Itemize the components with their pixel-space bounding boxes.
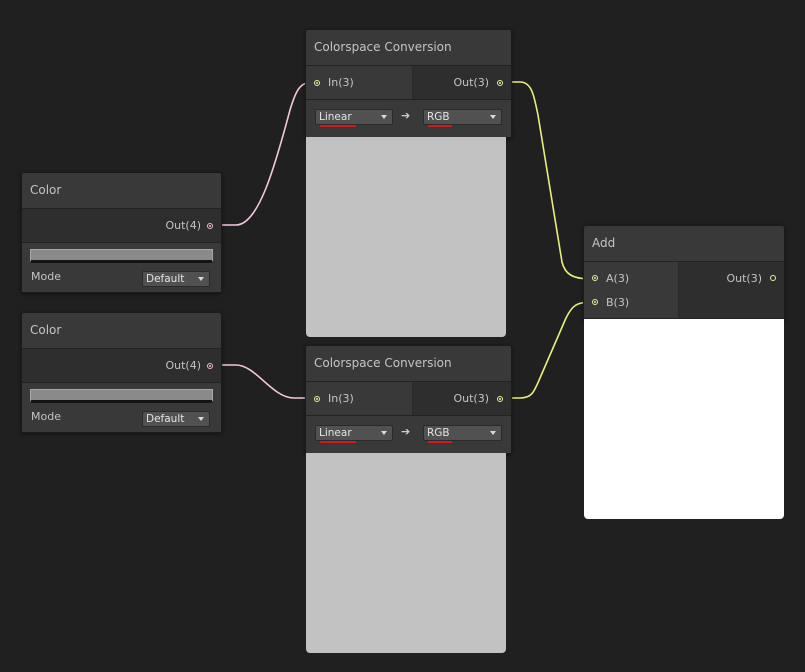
chevron-down-icon xyxy=(198,277,204,281)
output-port-dot-icon[interactable] xyxy=(207,362,213,369)
from-colorspace-dropdown[interactable]: Linear xyxy=(315,425,393,441)
color-node-1[interactable]: Color Out(4) Mode Default xyxy=(21,172,222,293)
conversion-1-preview xyxy=(306,137,506,337)
conversion-2-in-label: In(3) xyxy=(328,392,354,405)
mode-dropdown[interactable]: Default xyxy=(142,411,210,427)
add-node-b-label: B(3) xyxy=(606,295,630,309)
chevron-down-icon xyxy=(490,115,496,119)
add-node-ports: A(3) B(3) Out(3) xyxy=(584,262,784,319)
input-port-dot-icon[interactable] xyxy=(592,299,598,305)
color-node-1-controls: Mode Default xyxy=(22,243,221,292)
add-node-a-port[interactable]: A(3) xyxy=(592,266,678,290)
conversion-1-in-label: In(3) xyxy=(328,76,354,89)
input-port-dot-icon[interactable] xyxy=(592,275,598,281)
conversion-2-title[interactable]: Colorspace Conversion xyxy=(306,346,511,382)
output-port-dot-icon[interactable] xyxy=(770,275,776,281)
add-node-out-port[interactable]: Out(3) xyxy=(726,266,776,290)
from-colorspace-value: Linear xyxy=(319,427,352,439)
red-underline-annotation xyxy=(428,125,452,127)
to-colorspace-value: RGB xyxy=(427,427,450,439)
red-underline-annotation xyxy=(320,441,356,443)
colorspace-conversion-node-1[interactable]: Colorspace Conversion In(3) Out(3) Linea… xyxy=(305,29,512,138)
color-node-2-controls: Mode Default xyxy=(22,383,221,432)
color-node-1-out-label: Out(4) xyxy=(165,219,201,232)
color-node-1-ports: Out(4) xyxy=(22,209,221,243)
conversion-1-ports: In(3) Out(3) xyxy=(306,66,511,100)
conversion-2-out-label: Out(3) xyxy=(453,392,489,405)
wire-conversion1-to-add-a[interactable] xyxy=(503,81,593,280)
wire-conversion2-to-add-b[interactable] xyxy=(503,301,593,399)
mode-dropdown[interactable]: Default xyxy=(142,271,210,287)
color-node-2-out-port[interactable]: Out(4) xyxy=(165,354,213,378)
red-underline-annotation xyxy=(428,441,452,443)
output-port-dot-icon[interactable] xyxy=(207,222,213,229)
wire-color2-to-conversion2[interactable] xyxy=(212,364,313,399)
to-colorspace-value: RGB xyxy=(427,111,450,123)
color-node-2-out-label: Out(4) xyxy=(165,359,201,372)
chevron-down-icon xyxy=(490,431,496,435)
input-port-dot-icon[interactable] xyxy=(314,79,320,86)
conversion-2-preview xyxy=(306,453,506,653)
conversion-2-out-port[interactable]: Out(3) xyxy=(453,387,503,411)
conversion-arrow-icon: ➔ xyxy=(401,109,411,122)
add-node-a-label: A(3) xyxy=(606,271,630,285)
to-colorspace-dropdown[interactable]: RGB xyxy=(423,425,502,441)
chevron-down-icon xyxy=(198,417,204,421)
color-node-1-title[interactable]: Color xyxy=(22,173,221,209)
red-underline-annotation xyxy=(320,125,356,127)
colorspace-conversion-node-2[interactable]: Colorspace Conversion In(3) Out(3) Linea… xyxy=(305,345,512,454)
conversion-1-title[interactable]: Colorspace Conversion xyxy=(306,30,511,66)
conversion-1-in-port[interactable]: In(3) xyxy=(314,71,354,95)
mode-label: Mode xyxy=(31,410,61,423)
mode-dropdown-value: Default xyxy=(146,273,185,285)
add-node-title[interactable]: Add xyxy=(584,226,784,262)
to-colorspace-dropdown[interactable]: RGB xyxy=(423,109,502,125)
conversion-2-controls: Linear ➔ RGB xyxy=(306,416,511,453)
add-node-preview xyxy=(584,319,784,519)
mode-label: Mode xyxy=(31,270,61,283)
add-node[interactable]: Add A(3) B(3) Out(3) xyxy=(583,225,785,320)
chevron-down-icon xyxy=(381,431,387,435)
chevron-down-icon xyxy=(381,115,387,119)
add-node-b-port[interactable]: B(3) xyxy=(592,290,678,314)
from-colorspace-value: Linear xyxy=(319,111,352,123)
output-port-dot-icon[interactable] xyxy=(497,79,503,86)
color-swatch[interactable] xyxy=(30,249,213,263)
conversion-1-controls: Linear ➔ RGB xyxy=(306,100,511,137)
color-node-2-ports: Out(4) xyxy=(22,349,221,383)
color-node-1-out-port[interactable]: Out(4) xyxy=(165,214,213,238)
wire-color1-to-conversion1[interactable] xyxy=(212,81,314,226)
conversion-arrow-icon: ➔ xyxy=(401,425,411,438)
color-swatch[interactable] xyxy=(30,389,213,403)
conversion-2-in-port[interactable]: In(3) xyxy=(314,387,354,411)
add-node-out-label: Out(3) xyxy=(726,271,762,285)
color-node-2[interactable]: Color Out(4) Mode Default xyxy=(21,312,222,433)
mode-dropdown-value: Default xyxy=(146,413,185,425)
output-port-dot-icon[interactable] xyxy=(497,395,503,402)
conversion-1-out-port[interactable]: Out(3) xyxy=(453,71,503,95)
from-colorspace-dropdown[interactable]: Linear xyxy=(315,109,393,125)
conversion-1-out-label: Out(3) xyxy=(453,76,489,89)
input-port-dot-icon[interactable] xyxy=(314,395,320,402)
color-node-2-title[interactable]: Color xyxy=(22,313,221,349)
conversion-2-ports: In(3) Out(3) xyxy=(306,382,511,416)
